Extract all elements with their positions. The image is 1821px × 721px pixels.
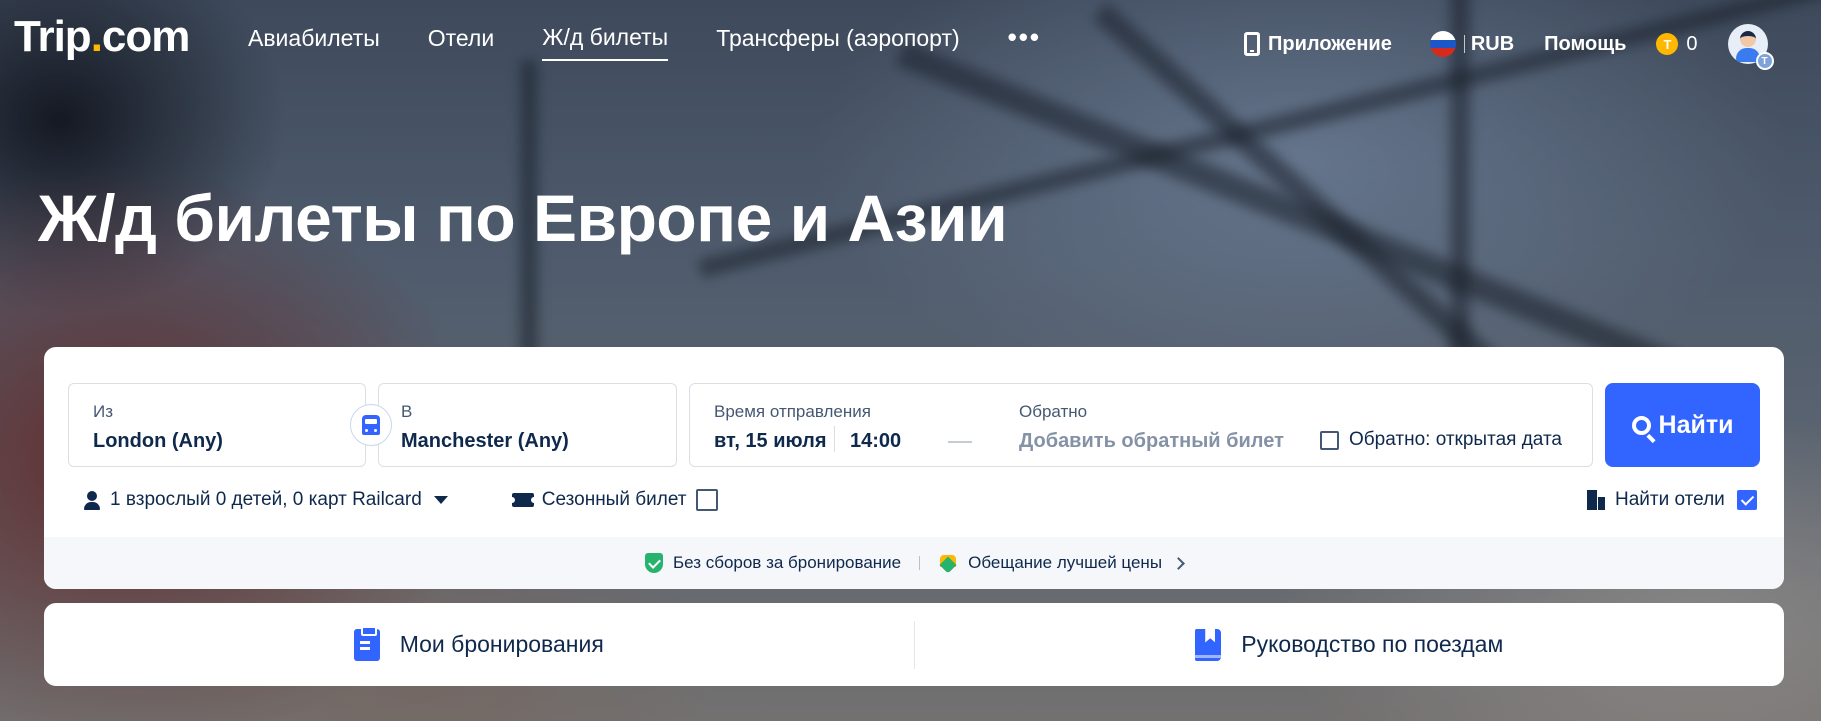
building-icon	[1587, 490, 1605, 510]
nav-transfers[interactable]: Трансферы (аэропорт)	[716, 25, 959, 60]
avatar-badge: T	[1755, 52, 1774, 70]
date-field[interactable]: Время отправления вт, 15 июля 14:00 Обра…	[689, 383, 1593, 467]
to-field[interactable]: В Manchester (Any)	[378, 383, 677, 467]
open-return-checkbox[interactable]	[1320, 430, 1339, 450]
search-button[interactable]: Найти	[1605, 383, 1760, 467]
find-hotels-checkbox[interactable]	[1736, 490, 1757, 510]
promo-divider	[919, 556, 921, 570]
nav-hotels[interactable]: Отели	[428, 25, 494, 60]
currency-divider	[1463, 35, 1465, 53]
train-guide-link[interactable]: Руководство по поездам	[915, 603, 1785, 686]
best-price-link[interactable]: Обещание лучшей цены	[968, 553, 1162, 573]
header-actions: Приложение RUB Помощь T 0 T	[1244, 24, 1774, 70]
page-title: Ж/д билеты по Европе и Азии	[38, 181, 1008, 255]
trip-coins[interactable]: T 0	[1656, 32, 1698, 56]
to-value[interactable]: Manchester (Any)	[401, 430, 569, 453]
russia-flag-icon	[1429, 31, 1456, 57]
app-link[interactable]: Приложение	[1244, 32, 1392, 56]
phone-icon	[1244, 32, 1260, 56]
find-hotels-option[interactable]: Найти отели	[1587, 489, 1757, 511]
shield-check-icon	[644, 553, 663, 573]
trip-coins-count: 0	[1686, 32, 1698, 55]
book-icon	[1195, 628, 1222, 661]
logo-text-end: com	[101, 12, 190, 61]
train-guide-label: Руководство по поездам	[1241, 631, 1504, 657]
currency-selector[interactable]: RUB	[1429, 31, 1515, 57]
depart-time[interactable]: 14:00	[850, 430, 901, 453]
my-bookings-link[interactable]: Мои бронирования	[44, 603, 914, 686]
season-ticket-checkbox[interactable]	[696, 489, 719, 511]
date-dash	[948, 441, 972, 443]
date-time-divider	[834, 426, 835, 452]
nav-trains[interactable]: Ж/д билеты	[542, 24, 669, 61]
search-icon	[1631, 415, 1651, 435]
open-return-option[interactable]: Обратно: открытая дата	[1320, 429, 1562, 451]
search-button-label: Найти	[1658, 410, 1734, 439]
trip-logo[interactable]: Trip.com	[14, 12, 190, 62]
season-ticket-label: Сезонный билет	[541, 489, 687, 510]
passenger-summary: 1 взрослый 0 детей, 0 карт Railcard	[110, 489, 422, 510]
logo-dot: .	[90, 12, 103, 61]
from-label: Из	[93, 402, 114, 421]
app-link-label: Приложение	[1268, 32, 1392, 55]
avatar[interactable]: T	[1727, 24, 1774, 70]
my-bookings-label: Мои бронирования	[399, 631, 604, 657]
depart-label: Время отправления	[714, 402, 871, 421]
nav-more-button[interactable]: •••	[1008, 22, 1041, 53]
currency-label: RUB	[1470, 32, 1515, 55]
avatar-head	[1739, 31, 1756, 47]
to-label: В	[401, 402, 413, 421]
promo-bar: Без сборов за бронирование Обещание лучш…	[44, 537, 1784, 589]
from-field[interactable]: Из London (Any)	[68, 383, 366, 467]
no-fees-text: Без сборов за бронирование	[672, 553, 902, 572]
passenger-selector[interactable]: 1 взрослый 0 детей, 0 карт Railcard	[84, 489, 448, 511]
add-return-button[interactable]: Добавить обратный билет	[1019, 430, 1284, 453]
nav-flights[interactable]: Авиабилеты	[248, 25, 380, 60]
season-ticket-option[interactable]: Сезонный билет	[508, 489, 719, 511]
main-nav: Авиабилеты Отели Ж/д билеты Трансферы (а…	[248, 22, 1041, 61]
quick-links: Мои бронирования Руководство по поездам	[44, 603, 1784, 686]
caret-down-icon	[433, 496, 448, 504]
help-link[interactable]: Помощь	[1544, 33, 1626, 56]
open-return-label: Обратно: открытая дата	[1349, 429, 1562, 450]
trip-coin-icon: T	[1656, 33, 1679, 55]
return-label: Обратно	[1019, 402, 1088, 421]
train-swap-icon	[362, 415, 380, 435]
find-hotels-label: Найти отели	[1615, 489, 1725, 510]
price-promise-icon	[938, 555, 958, 571]
chevron-right-icon[interactable]	[1172, 556, 1185, 570]
person-icon	[84, 491, 100, 510]
depart-date[interactable]: вт, 15 июля	[714, 430, 827, 453]
ticket-icon	[508, 493, 537, 507]
from-value[interactable]: London (Any)	[93, 430, 223, 453]
top-header: Trip.com Авиабилеты Отели Ж/д билеты Тра…	[0, 0, 1821, 80]
search-options: 1 взрослый 0 детей, 0 карт Railcard Сезо…	[84, 489, 719, 511]
swap-stations-button[interactable]	[350, 404, 392, 446]
logo-text-main: Trip	[14, 12, 92, 61]
clipboard-icon	[353, 625, 380, 661]
search-panel: Из London (Any) В Manchester (Any) Время…	[44, 347, 1784, 589]
